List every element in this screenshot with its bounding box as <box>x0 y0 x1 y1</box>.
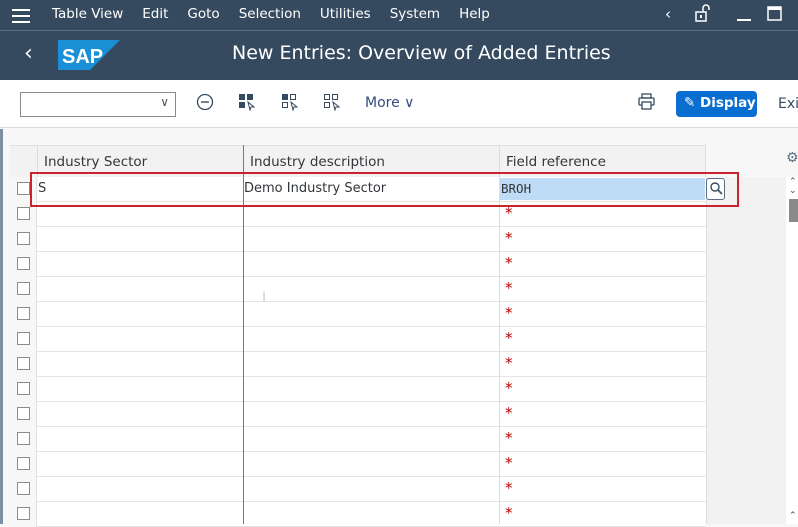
more-button[interactable]: More ∨ <box>365 95 414 111</box>
required-marker: * <box>505 329 513 347</box>
exit-button[interactable]: Exit <box>778 96 798 112</box>
display-change-icon: ✎ <box>684 95 696 111</box>
text-cursor-icon: I <box>262 290 267 306</box>
row-checkbox[interactable] <box>17 457 30 470</box>
print-icon[interactable] <box>638 93 655 114</box>
select-all-icon[interactable] <box>238 93 256 115</box>
required-marker: * <box>505 454 513 472</box>
highlight-box <box>30 172 739 207</box>
required-marker: * <box>505 304 513 322</box>
menu-items: Table View Edit Goto Selection Utilities… <box>52 6 509 22</box>
scrollbar-thumb[interactable] <box>789 199 798 222</box>
scroll-to-top-icon[interactable]: ⌃ <box>789 511 797 521</box>
delete-icon[interactable] <box>196 93 214 115</box>
column-header-field-reference[interactable]: Field reference <box>506 154 606 170</box>
menu-selection[interactable]: Selection <box>239 6 301 22</box>
menu-icon[interactable] <box>12 9 30 23</box>
minimize-icon[interactable] <box>736 4 752 26</box>
column-header-industry-sector[interactable]: Industry Sector <box>44 154 147 170</box>
table-row[interactable]: * <box>10 327 706 352</box>
chevron-down-icon: ∨ <box>404 95 415 111</box>
required-marker: * <box>505 429 513 447</box>
required-marker: * <box>505 504 513 522</box>
display-label: Display <box>700 95 756 111</box>
row-checkbox[interactable] <box>17 232 30 245</box>
table-row[interactable]: * <box>10 402 706 427</box>
table-row[interactable]: * <box>10 352 706 377</box>
row-checkbox[interactable] <box>17 432 30 445</box>
column-header-industry-description[interactable]: Industry description <box>250 154 385 170</box>
toolbar: ∨ More ∨ ✎ Display Exit <box>0 80 798 128</box>
required-marker: * <box>505 254 513 272</box>
command-field[interactable]: ∨ <box>20 92 176 117</box>
menu-table-view[interactable]: Table View <box>52 6 123 22</box>
table-row[interactable]: * <box>10 452 706 477</box>
table-row[interactable]: * <box>10 302 706 327</box>
page-title: New Entries: Overview of Added Entries <box>232 42 611 64</box>
select-block-icon[interactable] <box>281 93 299 115</box>
svg-text:SAP: SAP <box>62 46 103 68</box>
row-checkbox[interactable] <box>17 332 30 345</box>
row-checkbox[interactable] <box>17 257 30 270</box>
unlock-icon[interactable] <box>694 4 710 26</box>
table-row[interactable]: * <box>10 377 706 402</box>
row-checkbox[interactable] <box>17 482 30 495</box>
menu-help[interactable]: Help <box>459 6 490 22</box>
row-checkbox[interactable] <box>17 307 30 320</box>
row-checkbox[interactable] <box>17 407 30 420</box>
display-button[interactable]: ✎ Display <box>676 91 757 117</box>
menu-system[interactable]: System <box>390 6 440 22</box>
vertical-scrollbar[interactable] <box>786 177 798 524</box>
more-label: More <box>365 95 400 111</box>
required-marker: * <box>505 229 513 247</box>
table-row[interactable]: * <box>10 502 706 527</box>
menu-edit[interactable]: Edit <box>142 6 168 22</box>
required-marker: * <box>505 379 513 397</box>
chevron-down-icon[interactable]: ∨ <box>160 95 169 109</box>
required-marker: * <box>505 354 513 372</box>
required-marker: * <box>505 279 513 297</box>
table-row[interactable]: * <box>10 252 706 277</box>
back-button[interactable]: ‹ <box>24 41 33 66</box>
menu-bar: Table View Edit Goto Selection Utilities… <box>0 0 798 31</box>
table-row[interactable]: * <box>10 427 706 452</box>
row-checkbox[interactable] <box>17 357 30 370</box>
row-checkbox[interactable] <box>17 382 30 395</box>
sap-logo: SAP <box>58 40 120 70</box>
row-checkbox[interactable] <box>17 507 30 520</box>
required-marker: * <box>505 404 513 422</box>
row-checkbox[interactable] <box>17 207 30 220</box>
table-row[interactable]: * <box>10 277 706 302</box>
required-marker: * <box>505 479 513 497</box>
table-settings-icon[interactable]: ⚙ <box>786 150 798 166</box>
row-checkbox[interactable] <box>17 282 30 295</box>
back-nav-icon[interactable]: ‹ <box>665 5 671 23</box>
menu-goto[interactable]: Goto <box>187 6 219 22</box>
maximize-icon[interactable] <box>767 6 782 25</box>
title-bar: ‹ SAP New Entries: Overview of Added Ent… <box>0 31 798 80</box>
table-row[interactable]: * <box>10 227 706 252</box>
table-empty-area <box>706 177 786 524</box>
scroll-down-icon[interactable]: ⌄ <box>789 186 797 196</box>
deselect-all-icon[interactable] <box>323 93 341 115</box>
row-checkbox[interactable] <box>17 182 30 195</box>
table-row[interactable]: * <box>10 477 706 502</box>
menu-utilities[interactable]: Utilities <box>320 6 371 22</box>
